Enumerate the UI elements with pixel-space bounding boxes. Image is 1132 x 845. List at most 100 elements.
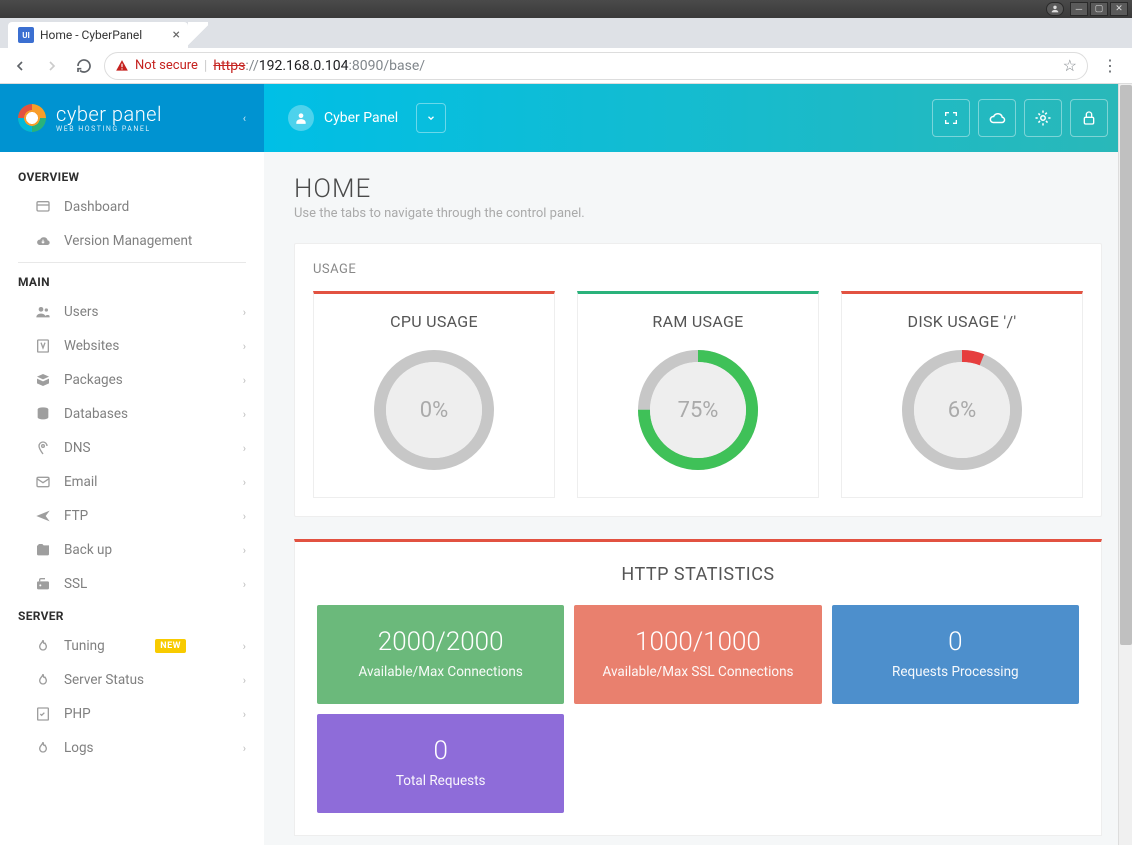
brand-subtitle: WEB HOSTING PANEL: [56, 126, 162, 133]
address-bar[interactable]: Not secure | https://192.168.0.104:8090/…: [104, 52, 1088, 80]
stat-label: Total Requests: [329, 772, 552, 791]
database-icon: [34, 406, 52, 422]
new-badge: NEW: [155, 639, 186, 653]
sidebar-item-label: Databases: [64, 406, 128, 422]
ftp-icon: [34, 508, 52, 524]
sidebar-item-label: PHP: [64, 706, 91, 722]
flame-icon: [34, 638, 52, 654]
chevron-right-icon: ›: [243, 544, 246, 557]
ssl-icon: [34, 576, 52, 592]
sidebar-scroll[interactable]: OVERVIEW DashboardVersion Management MAI…: [0, 152, 264, 845]
sidebar-item-dns[interactable]: DNS›: [0, 431, 264, 465]
chevron-right-icon: ›: [243, 340, 246, 353]
url-host: 192.168.0.104: [259, 58, 349, 74]
stat-label: Available/Max SSL Connections: [586, 663, 809, 682]
browser-menu-button[interactable]: ⋮: [1096, 56, 1124, 75]
usage-donut: 75%: [633, 345, 763, 475]
user-chip[interactable]: Cyber Panel: [288, 103, 446, 133]
usage-value: 75%: [633, 345, 763, 475]
backup-icon: [34, 542, 52, 558]
sidebar-item-label: Version Management: [64, 233, 192, 249]
email-icon: [34, 474, 52, 490]
cloud-icon: [34, 233, 52, 249]
flame-icon: [34, 672, 52, 688]
cloud-button[interactable]: [978, 99, 1016, 137]
usage-donut: 0%: [369, 345, 499, 475]
sidebar-item-label: Users: [64, 304, 98, 320]
user-avatar-icon: [288, 105, 314, 131]
forward-button[interactable]: [40, 54, 64, 78]
usage-card-ram-usage: RAM USAGE 75%: [577, 291, 819, 498]
scrollbar-thumb[interactable]: [1120, 85, 1132, 645]
bookmark-star-icon[interactable]: ☆: [1063, 56, 1077, 75]
usage-value: 6%: [897, 345, 1027, 475]
php-icon: [34, 706, 52, 722]
sidebar-item-label: Websites: [64, 338, 119, 354]
chevron-right-icon: ›: [243, 374, 246, 387]
sidebar-divider: [18, 262, 246, 263]
sidebar-item-packages[interactable]: Packages›: [0, 363, 264, 397]
sidebar-collapse-icon[interactable]: ‹: [243, 112, 246, 125]
sidebar-item-label: Dashboard: [64, 199, 129, 215]
os-minimize-button[interactable]: ─: [1070, 2, 1088, 16]
sidebar-item-ssl[interactable]: SSL ›: [0, 567, 264, 601]
brand-name: cyber panel: [56, 104, 162, 124]
fullscreen-button[interactable]: [932, 99, 970, 137]
sidebar-item-php[interactable]: PHP›: [0, 697, 264, 731]
sidebar-item-label: FTP: [64, 508, 88, 524]
sidebar-item-label: Tuning: [64, 638, 105, 654]
tab-close-icon[interactable]: ×: [173, 27, 180, 43]
sidebar-item-server-status[interactable]: Server Status›: [0, 663, 264, 697]
settings-button[interactable]: [1024, 99, 1062, 137]
back-button[interactable]: [8, 54, 32, 78]
dns-icon: [34, 440, 52, 456]
chevron-right-icon: ›: [243, 742, 246, 755]
os-user-icon[interactable]: [1046, 2, 1064, 16]
http-stats-title: HTTP STATISTICS: [317, 564, 1079, 585]
sidebar-item-users[interactable]: Users›: [0, 295, 264, 329]
http-stats-panel: HTTP STATISTICS 2000/2000Available/Max C…: [294, 539, 1102, 836]
chevron-right-icon: ›: [243, 578, 246, 591]
usage-card-title: RAM USAGE: [588, 312, 808, 331]
os-maximize-button[interactable]: ▢: [1090, 2, 1108, 16]
sidebar-item-label: SSL: [64, 576, 87, 592]
vertical-scrollbar[interactable]: [1118, 84, 1132, 845]
usage-card-cpu-usage: CPU USAGE 0%: [313, 291, 555, 498]
content-area: HOME Use the tabs to navigate through th…: [264, 152, 1132, 845]
sidebar-item-dashboard[interactable]: Dashboard: [0, 190, 264, 224]
topbar: Cyber Panel: [264, 84, 1132, 152]
page-subtitle: Use the tabs to navigate through the con…: [294, 206, 1102, 221]
sidebar-item-label: Logs: [64, 740, 94, 756]
usage-donut: 6%: [897, 345, 1027, 475]
url-path: /base/: [383, 58, 425, 74]
os-close-button[interactable]: ✕: [1110, 2, 1128, 16]
user-dropdown-button[interactable]: [416, 103, 446, 133]
sidebar-item-version-management[interactable]: Version Management: [0, 224, 264, 258]
sidebar-item-label: DNS: [64, 440, 91, 456]
stat-number: 1000/1000: [586, 627, 809, 657]
stat-number: 2000/2000: [329, 627, 552, 657]
stat-box-available-max-ssl-connections: 1000/1000 Available/Max SSL Connections: [574, 605, 821, 704]
lock-button[interactable]: [1070, 99, 1108, 137]
users-icon: [34, 304, 52, 320]
browser-tab[interactable]: UI Home - CyberPanel ×: [8, 22, 188, 48]
tab-favicon-icon: UI: [18, 27, 34, 43]
not-secure-label: Not secure: [135, 58, 198, 73]
sidebar-item-databases[interactable]: Databases›: [0, 397, 264, 431]
sidebar-item-websites[interactable]: Websites ›: [0, 329, 264, 363]
stat-box-available-max-connections: 2000/2000Available/Max Connections: [317, 605, 564, 704]
sidebar-item-ftp[interactable]: FTP›: [0, 499, 264, 533]
packages-icon: [34, 372, 52, 388]
chevron-right-icon: ›: [243, 674, 246, 687]
tab-corner: [188, 22, 208, 48]
sidebar-item-back-up[interactable]: Back up›: [0, 533, 264, 567]
warning-icon: [115, 59, 129, 73]
sidebar-item-email[interactable]: Email›: [0, 465, 264, 499]
stat-number: 0: [844, 627, 1067, 657]
reload-button[interactable]: [72, 54, 96, 78]
usage-card-title: DISK USAGE '/': [852, 312, 1072, 331]
sidebar-item-tuning[interactable]: TuningNEW›: [0, 629, 264, 663]
usage-card-title: CPU USAGE: [324, 312, 544, 331]
sidebar-item-logs[interactable]: Logs ›: [0, 731, 264, 765]
usage-card-disk-usage-: DISK USAGE '/' 6%: [841, 291, 1083, 498]
